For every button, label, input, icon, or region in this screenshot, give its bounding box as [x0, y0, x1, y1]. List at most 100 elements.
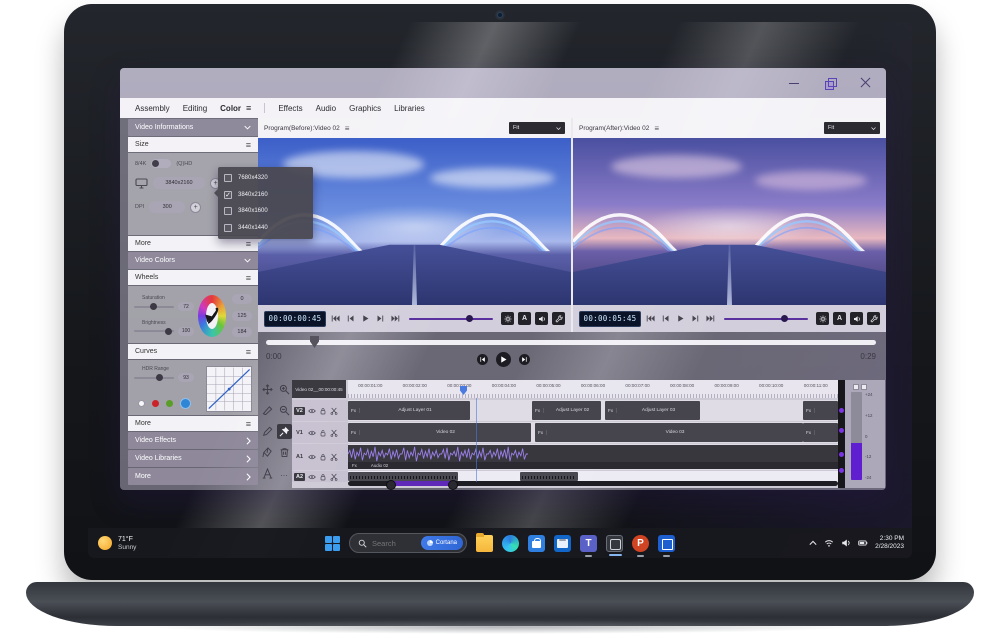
channel-white-dot[interactable] [138, 400, 145, 407]
hamburger-icon[interactable]: ≡ [246, 273, 251, 283]
wifi-icon[interactable] [824, 538, 834, 548]
zoom-in-icon[interactable] [277, 382, 292, 397]
hamburger-icon[interactable]: ≡ [246, 103, 251, 113]
microsoft-store-icon[interactable] [528, 534, 545, 552]
trash-icon[interactable] [277, 445, 292, 460]
section-more-3[interactable]: More [128, 468, 258, 485]
skip-start-button[interactable] [645, 313, 656, 324]
timeline-ruler[interactable]: 00:00:01:00 00:00:02:00 00:00:03:00 00:00:… [348, 380, 838, 398]
visibility-icon[interactable] [308, 473, 316, 481]
skip-end-button[interactable] [705, 313, 716, 324]
visibility-icon[interactable] [308, 407, 316, 415]
clip-adjust-layer-03[interactable]: Fx Adjust Layer 03 [605, 401, 700, 420]
saturation-slider[interactable] [134, 303, 174, 311]
play-button[interactable] [675, 313, 686, 324]
monitor-scrub-slider[interactable] [724, 315, 808, 322]
play-button[interactable] [495, 352, 511, 367]
channel-green-dot[interactable] [166, 400, 173, 407]
more-tools-icon[interactable]: … [277, 466, 292, 481]
settings-button[interactable] [501, 312, 514, 325]
checkbox-checked[interactable]: ✓ [224, 190, 232, 199]
menu-audio[interactable]: Audio [316, 104, 336, 113]
checkbox[interactable] [224, 223, 232, 232]
teams-icon[interactable] [580, 534, 597, 557]
section-wheels[interactable]: Wheels ≡ [128, 270, 258, 285]
monitor-scrub-slider[interactable] [409, 315, 493, 322]
pin-tool-icon[interactable] [277, 424, 292, 439]
restore-icon[interactable] [824, 77, 837, 90]
menu-graphics[interactable]: Graphics [349, 104, 381, 113]
volume-icon[interactable] [841, 538, 851, 548]
scrollbar-thumb[interactable] [386, 479, 458, 490]
audio-button[interactable]: A [833, 312, 846, 325]
checkbox[interactable] [224, 174, 232, 183]
dpi-value[interactable]: 300 [149, 201, 186, 213]
fit-dropdown[interactable]: Fit [824, 122, 880, 134]
hamburger-icon[interactable]: ≡ [654, 124, 659, 133]
lock-icon[interactable] [319, 453, 327, 461]
scissors-icon[interactable] [330, 429, 338, 437]
minimize-icon[interactable] [788, 77, 800, 89]
audio-button[interactable]: A [518, 312, 531, 325]
step-back-button[interactable] [345, 313, 356, 324]
clip-fx[interactable]: Fx [803, 423, 838, 442]
menu-color[interactable]: Color [220, 104, 241, 113]
file-explorer-icon[interactable] [476, 532, 493, 552]
clip-audio-02[interactable]: Fx Audio 02 [348, 445, 838, 469]
pen-tool-icon[interactable] [260, 445, 275, 460]
forward-button[interactable] [518, 354, 530, 365]
scissors-icon[interactable] [330, 453, 338, 461]
menu-effects[interactable]: Effects [278, 104, 302, 113]
clip-fx[interactable]: Fx [803, 401, 838, 420]
clip-video-02[interactable]: Fx Video 02 [348, 423, 531, 442]
play-button[interactable] [360, 313, 371, 324]
search-input[interactable] [372, 538, 416, 548]
hamburger-icon[interactable]: ≡ [246, 140, 251, 150]
checkbox[interactable] [224, 207, 232, 216]
brightness-slider[interactable] [134, 327, 174, 335]
section-video-informations[interactable]: Video Informations [128, 119, 258, 136]
step-forward-button[interactable] [375, 313, 386, 324]
hamburger-icon[interactable]: ≡ [246, 239, 251, 249]
lock-icon[interactable] [319, 407, 327, 415]
weather-widget[interactable]: 71°F Sunny [98, 536, 136, 551]
volume-button[interactable] [850, 312, 863, 325]
lock-icon[interactable] [319, 473, 327, 481]
visibility-icon[interactable] [308, 453, 316, 461]
battery-icon[interactable] [858, 538, 868, 548]
hamburger-icon[interactable]: ≡ [246, 419, 251, 429]
curve-editor[interactable] [205, 366, 252, 412]
track-id[interactable]: V1 [294, 430, 305, 436]
resolution-option[interactable]: 3440x1440 [224, 223, 307, 232]
section-video-effects[interactable]: Video Effects [128, 432, 258, 449]
lock-open-icon[interactable] [319, 429, 327, 437]
resolution-value[interactable]: 3840x2160 [153, 177, 205, 189]
step-back-button[interactable] [660, 313, 671, 324]
assistant-badge[interactable]: Cortana [420, 536, 463, 550]
track-id[interactable]: A2 [294, 472, 305, 481]
audio-clip[interactable] [348, 472, 458, 481]
tools-button[interactable] [867, 312, 880, 325]
scissors-icon[interactable] [330, 407, 338, 415]
clip-marker[interactable] [839, 468, 844, 473]
clip-marker[interactable] [839, 408, 844, 413]
section-more-2[interactable]: More ≡ [128, 416, 258, 431]
resolution-option[interactable]: ✓ 3840x2160 [224, 190, 307, 199]
section-video-libraries[interactable]: Video Libraries [128, 450, 258, 467]
settings-button[interactable] [816, 312, 829, 325]
word-app-icon[interactable] [658, 534, 675, 557]
start-button[interactable] [325, 535, 340, 551]
volume-button[interactable] [535, 312, 548, 325]
channel-blue-dot[interactable] [180, 398, 191, 409]
menu-libraries[interactable]: Libraries [394, 104, 425, 113]
video-editor-app-icon[interactable] [606, 534, 623, 556]
visibility-icon[interactable] [308, 429, 316, 437]
track-id[interactable]: A1 [294, 454, 305, 460]
section-size[interactable]: Size ≡ [128, 137, 258, 152]
chevron-up-icon[interactable] [809, 539, 817, 547]
close-icon[interactable] [860, 77, 872, 89]
edge-browser-icon[interactable] [502, 534, 519, 552]
hamburger-icon[interactable]: ≡ [345, 124, 350, 133]
step-forward-button[interactable] [690, 313, 701, 324]
clock[interactable]: 2:30 PM 2/28/2023 [875, 535, 904, 551]
